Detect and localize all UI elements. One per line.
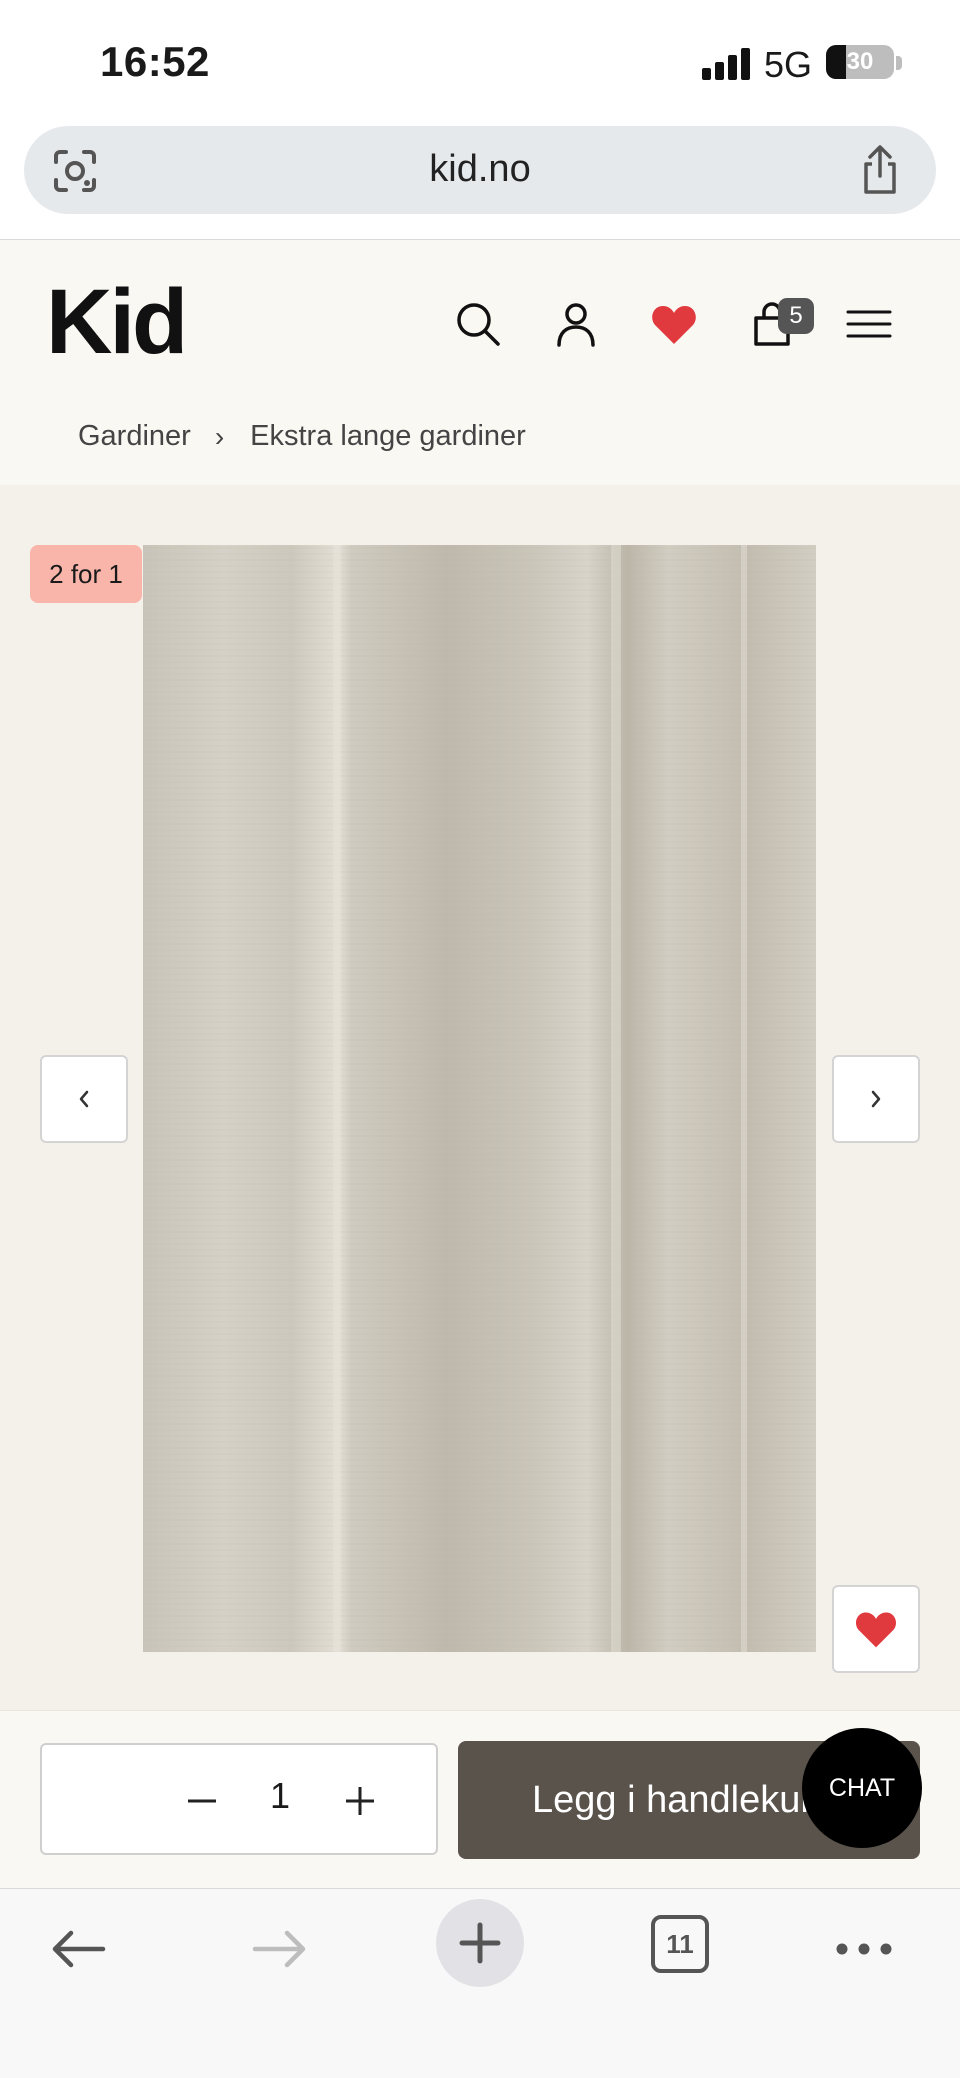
status-bar: 16:52 5G 30 (0, 0, 960, 120)
tabs-button[interactable]: 11 (651, 1915, 709, 1973)
signal-icon (702, 48, 752, 80)
next-image-button[interactable] (832, 1055, 920, 1143)
add-to-cart-bar: 1 Legg i handlekurv CHAT (0, 1710, 960, 1888)
battery-percent: 30 (846, 48, 874, 75)
new-tab-button[interactable] (436, 1899, 524, 1987)
increase-quantity-button[interactable] (332, 1773, 388, 1829)
more-icon (836, 1943, 892, 1955)
search-icon[interactable] (454, 300, 502, 348)
forward-arrow-icon (252, 1930, 306, 1968)
network-type: 5G (764, 44, 813, 85)
menu-icon[interactable] (846, 300, 892, 348)
chat-button[interactable]: CHAT (802, 1728, 922, 1848)
forward-button[interactable] (240, 1909, 320, 1989)
breadcrumb-item-gardiner[interactable]: Gardiner (78, 420, 191, 453)
battery-icon: 30 (826, 45, 894, 79)
browser-toolbar: 11 (0, 1888, 960, 2078)
chevron-right-icon: › (214, 420, 225, 452)
site-header: Kid 5 Gardiner › Ekstra lange gardiner (0, 240, 960, 485)
wishlist-heart-icon[interactable] (650, 300, 698, 348)
plus-icon (346, 1787, 374, 1815)
chevron-right-icon (871, 1090, 881, 1108)
url-text[interactable]: kid.no (24, 148, 936, 191)
cart-count-badge: 5 (778, 298, 814, 334)
quantity-value[interactable]: 1 (252, 1775, 308, 1817)
chevron-left-icon (79, 1090, 89, 1108)
quantity-stepper: 1 (40, 1743, 438, 1855)
breadcrumb: Gardiner › Ekstra lange gardiner (78, 420, 526, 453)
promo-badge: 2 for 1 (30, 545, 142, 603)
product-gallery: 2 for 1 (0, 485, 960, 1710)
back-button[interactable] (38, 1909, 118, 1989)
status-time: 16:52 (100, 38, 210, 85)
more-button[interactable] (824, 1909, 904, 1989)
decrease-quantity-button[interactable] (174, 1773, 230, 1829)
product-image[interactable] (143, 545, 816, 1652)
plus-icon (459, 1922, 501, 1964)
site-logo[interactable]: Kid (46, 270, 188, 375)
breadcrumb-item-ekstra-lange-gardiner[interactable]: Ekstra lange gardiner (250, 420, 526, 453)
add-to-favorites-button[interactable] (832, 1585, 920, 1673)
minus-icon (188, 1799, 216, 1803)
heart-icon (855, 1612, 897, 1648)
back-arrow-icon (52, 1930, 106, 1968)
address-bar[interactable]: kid.no (24, 126, 936, 214)
share-icon[interactable] (858, 144, 902, 196)
browser-url-area: kid.no (0, 120, 960, 240)
battery-tip (896, 56, 902, 70)
user-icon[interactable] (552, 300, 600, 348)
previous-image-button[interactable] (40, 1055, 128, 1143)
